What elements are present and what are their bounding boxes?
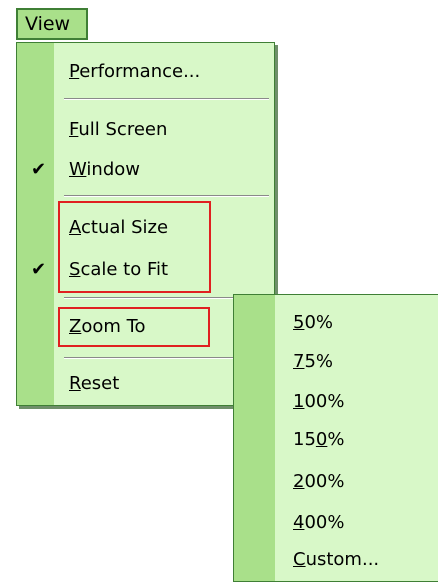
- menu-item-label: ctual Size: [81, 217, 169, 238]
- mnemonic: 5: [293, 312, 305, 333]
- menu-item-label: 0%: [304, 312, 334, 333]
- view-menu-label: View: [25, 13, 71, 35]
- zoom-option-50[interactable]: 50%: [293, 312, 333, 334]
- zoom-to-submenu: 50% 75% 100% 150% 200% 400% Custom...: [233, 294, 438, 582]
- view-menu[interactable]: View: [16, 8, 88, 40]
- zoom-option-75[interactable]: 75%: [293, 351, 333, 373]
- mnemonic: 2: [293, 471, 305, 492]
- zoom-option-100[interactable]: 100%: [293, 391, 344, 413]
- menu-item-scale-to-fit[interactable]: Scale to Fit: [69, 259, 168, 281]
- menu-item-label: 00%: [304, 512, 345, 533]
- menu-item-window[interactable]: Window: [69, 159, 140, 181]
- mnemonic: 1: [293, 391, 305, 412]
- mnemonic: P: [69, 61, 80, 82]
- zoom-option-custom[interactable]: Custom...: [293, 549, 379, 571]
- zoom-option-200[interactable]: 200%: [293, 471, 344, 493]
- mnemonic: S: [69, 259, 81, 280]
- menu-item-label: 15: [293, 429, 316, 450]
- menu-gutter: [17, 43, 54, 405]
- mnemonic: 7: [293, 351, 305, 372]
- menu-item-label: cale to Fit: [80, 259, 169, 280]
- mnemonic: W: [69, 159, 87, 180]
- menu-item-label: oom To: [81, 316, 146, 337]
- menu-item-label: indow: [86, 159, 140, 180]
- menu-item-label: %: [327, 429, 345, 450]
- menu-item-label: erformance...: [79, 61, 201, 82]
- mnemonic: F: [69, 119, 79, 140]
- menu-separator: [64, 98, 269, 100]
- menu-gutter: [234, 295, 275, 581]
- menu-item-full-screen[interactable]: Full Screen: [69, 119, 167, 141]
- menu-item-label: 5%: [304, 351, 334, 372]
- menu-item-label: ustom...: [305, 549, 380, 570]
- menu-item-label: ull Screen: [78, 119, 168, 140]
- menu-item-label: eset: [80, 373, 120, 394]
- zoom-option-400[interactable]: 400%: [293, 512, 344, 534]
- mnemonic: Z: [69, 316, 82, 337]
- mnemonic: 4: [293, 512, 305, 533]
- menu-item-actual-size[interactable]: Actual Size: [69, 217, 168, 239]
- mnemonic: R: [69, 373, 81, 394]
- checkmark-icon: ✔: [31, 159, 47, 180]
- menu-item-reset[interactable]: Reset: [69, 373, 119, 395]
- menu-item-label: 00%: [304, 391, 345, 412]
- menu-item-label: 00%: [304, 471, 345, 492]
- zoom-option-150[interactable]: 150%: [293, 429, 344, 451]
- menu-item-zoom-to[interactable]: Zoom To: [69, 316, 146, 338]
- menu-separator: [64, 195, 269, 197]
- mnemonic: 0: [315, 429, 328, 450]
- mnemonic: C: [293, 549, 306, 570]
- checkmark-icon: ✔: [31, 259, 47, 280]
- menu-item-performance[interactable]: Performance...: [69, 61, 200, 83]
- mnemonic: A: [69, 217, 81, 238]
